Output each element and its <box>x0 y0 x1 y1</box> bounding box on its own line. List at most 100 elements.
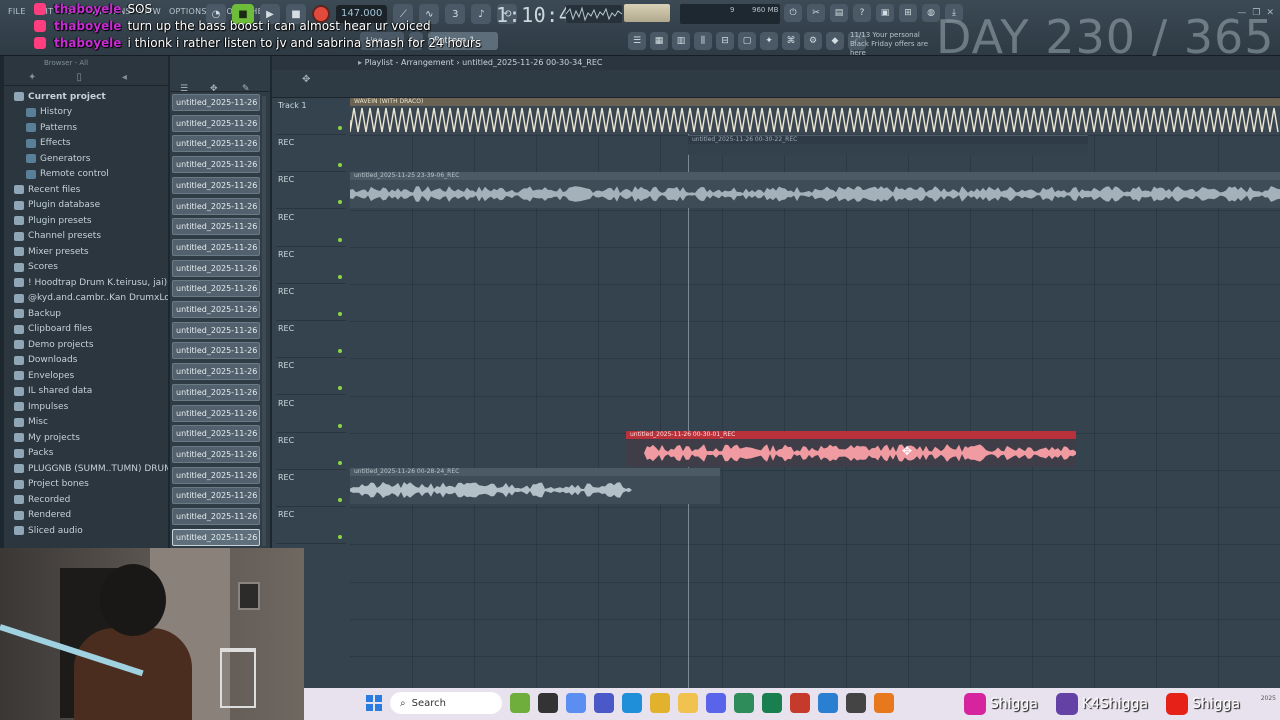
channel-rack-icon[interactable]: ▥ <box>672 32 690 50</box>
file-item[interactable]: untitled_2025-11-26 00- <box>172 114 260 132</box>
browser-item[interactable]: History <box>14 105 168 121</box>
file-item[interactable]: untitled_2025-11-26 00- <box>172 218 260 236</box>
file-item[interactable]: untitled_2025-11-26 00- <box>172 425 260 443</box>
file-item[interactable]: untitled_2025-11-26 00- <box>172 156 260 174</box>
browser-item[interactable]: PLUGGNB (SUMM..TUMN) DRUMKIT <box>14 461 168 477</box>
track-header[interactable]: REC <box>276 396 346 433</box>
arrangement-grid[interactable]: WAVEIN (WITH DRACO) untitled_2025-11-26 … <box>350 98 1280 688</box>
file-item[interactable]: untitled_2025-11-26 00- <box>172 508 260 525</box>
browser-item[interactable]: IL shared data <box>14 384 168 400</box>
menu-file[interactable]: FILE <box>8 7 26 16</box>
audio-clip[interactable]: untitled_2025-11-26 00-30-22_REC <box>688 135 1088 155</box>
plugin-db-icon[interactable]: ✦ <box>760 32 778 50</box>
track-header[interactable]: REC <box>276 172 346 210</box>
track-mute-led[interactable] <box>338 460 342 465</box>
file-item[interactable]: untitled_2025-11-26 00- <box>172 259 260 277</box>
news-panel[interactable]: 11/13 Your personal Black Friday offers … <box>850 31 940 58</box>
playlist-icon[interactable]: ☰ <box>628 32 646 50</box>
cpu-icon[interactable]: ▤ <box>830 4 848 22</box>
task-view-icon[interactable] <box>538 693 558 713</box>
teams-icon[interactable] <box>594 693 614 713</box>
file-item[interactable]: untitled_2025-11-26 00- <box>172 342 260 360</box>
file-item[interactable]: untitled_2025-11-26 00- <box>172 528 260 546</box>
pencil-icon[interactable]: ✎ <box>242 84 250 94</box>
browser-item[interactable]: Effects <box>14 136 168 152</box>
browser-item[interactable]: Mixer presets <box>14 244 168 260</box>
file-item[interactable]: untitled_2025-11-26 00- <box>172 321 260 339</box>
browser-item[interactable]: Project bones <box>14 477 168 493</box>
file-item[interactable]: untitled_2025-11-26 00- <box>172 445 260 463</box>
file-item[interactable]: untitled_2025-11-26 00- <box>172 301 260 318</box>
folder-icon[interactable] <box>678 693 698 713</box>
track-mute-led[interactable] <box>338 237 342 242</box>
audio-clip[interactable]: untitled_2025-11-26 00-30-01_REC <box>626 431 1076 467</box>
back-icon[interactable]: ◂ <box>122 72 127 83</box>
browser-item[interactable]: Channel presets <box>14 229 168 245</box>
track-header[interactable]: REC <box>276 433 346 470</box>
file-item[interactable]: untitled_2025-11-26 00- <box>172 404 260 422</box>
track-mute-led[interactable] <box>338 498 342 502</box>
track-mute-led[interactable] <box>338 386 342 391</box>
track-mute-led[interactable] <box>338 126 342 130</box>
browser-item[interactable]: My projects <box>14 430 168 446</box>
chrome-icon[interactable] <box>650 693 670 713</box>
browser-item[interactable]: Rendered <box>14 508 168 524</box>
copilot-icon[interactable] <box>566 693 586 713</box>
piano-roll-icon[interactable]: ▦ <box>650 32 668 50</box>
save-icon[interactable]: ▣ <box>876 4 894 22</box>
track-mute-led[interactable] <box>338 274 342 279</box>
browser-item[interactable]: Envelopes <box>14 368 168 384</box>
browser-item[interactable]: Recent files <box>14 182 168 198</box>
plugin-picker-icon[interactable]: ▢ <box>738 32 756 50</box>
mixer-view-icon[interactable]: ⫼ <box>694 32 712 50</box>
browser-item[interactable]: Patterns <box>14 120 168 136</box>
app-icon[interactable] <box>734 693 754 713</box>
file-item[interactable]: untitled_2025-11-26 00- <box>172 383 260 401</box>
mixer-icon[interactable]: ⊞ <box>899 4 917 22</box>
track-header[interactable]: REC <box>276 210 346 247</box>
cut-icon[interactable]: ✂ <box>807 4 825 22</box>
file-item[interactable]: untitled_2025-11-26 00- <box>172 280 260 298</box>
edge-icon[interactable] <box>622 693 642 713</box>
tempo-tap-icon[interactable]: ◆ <box>826 32 844 50</box>
file-icon[interactable]: ▯ <box>76 72 82 83</box>
arrow-tool-icon[interactable]: ✥ <box>302 74 310 85</box>
track-mute-led[interactable] <box>338 423 342 428</box>
browser-item[interactable]: Misc <box>14 415 168 431</box>
file-item[interactable]: untitled_2025-11-26 00- <box>172 176 260 194</box>
track-mute-led[interactable] <box>338 163 342 168</box>
help-icon[interactable]: ? <box>853 4 871 22</box>
browser-item[interactable]: Impulses <box>14 399 168 415</box>
track-mute-led[interactable] <box>338 200 342 205</box>
wrench-icon[interactable]: ⚙ <box>804 32 822 50</box>
xbox-icon[interactable] <box>762 693 782 713</box>
fl-studio-icon[interactable] <box>874 693 894 713</box>
track-header[interactable]: REC <box>276 358 346 396</box>
track-header[interactable]: REC <box>276 470 346 507</box>
browser-item[interactable]: Generators <box>14 151 168 167</box>
track-header[interactable]: REC <box>276 507 346 545</box>
audio-clip[interactable]: WAVEIN (WITH DRACO) <box>350 98 1280 134</box>
track-header[interactable]: Track 1 <box>276 98 346 135</box>
widgets-icon[interactable] <box>510 693 530 713</box>
browser-item[interactable]: Downloads <box>14 353 168 369</box>
audio-clip[interactable]: untitled_2025-11-26 00-28-24_REC <box>350 468 720 504</box>
windows-start-icon[interactable] <box>366 695 382 711</box>
browser-item[interactable]: Scores <box>14 260 168 276</box>
discord-icon[interactable] <box>706 693 726 713</box>
list-icon[interactable]: ☰ <box>180 84 188 94</box>
taskbar-search[interactable]: ⌕ Search <box>390 692 502 714</box>
move-icon[interactable]: ✥ <box>210 84 218 94</box>
browser-item[interactable]: Clipboard files <box>14 322 168 338</box>
file-item[interactable]: untitled_2025-11-26 00- <box>172 197 260 215</box>
touch-keyboard-icon[interactable]: ⌘ <box>782 32 800 50</box>
browser-item[interactable]: Packs <box>14 446 168 462</box>
audio-clip[interactable]: untitled_2025-11-25 23-39-06_REC <box>350 172 1280 208</box>
store-icon[interactable] <box>818 693 838 713</box>
track-mute-led[interactable] <box>338 312 342 316</box>
obs-icon[interactable] <box>790 693 810 713</box>
power-icon[interactable]: ⏻ <box>784 4 802 22</box>
track-mute-led[interactable] <box>338 535 342 540</box>
browser-item[interactable]: @kyd.and.cambr..Kan DrumxLoopKit <box>14 291 168 307</box>
file-item[interactable]: untitled_2025-11-26 00- <box>172 238 260 256</box>
